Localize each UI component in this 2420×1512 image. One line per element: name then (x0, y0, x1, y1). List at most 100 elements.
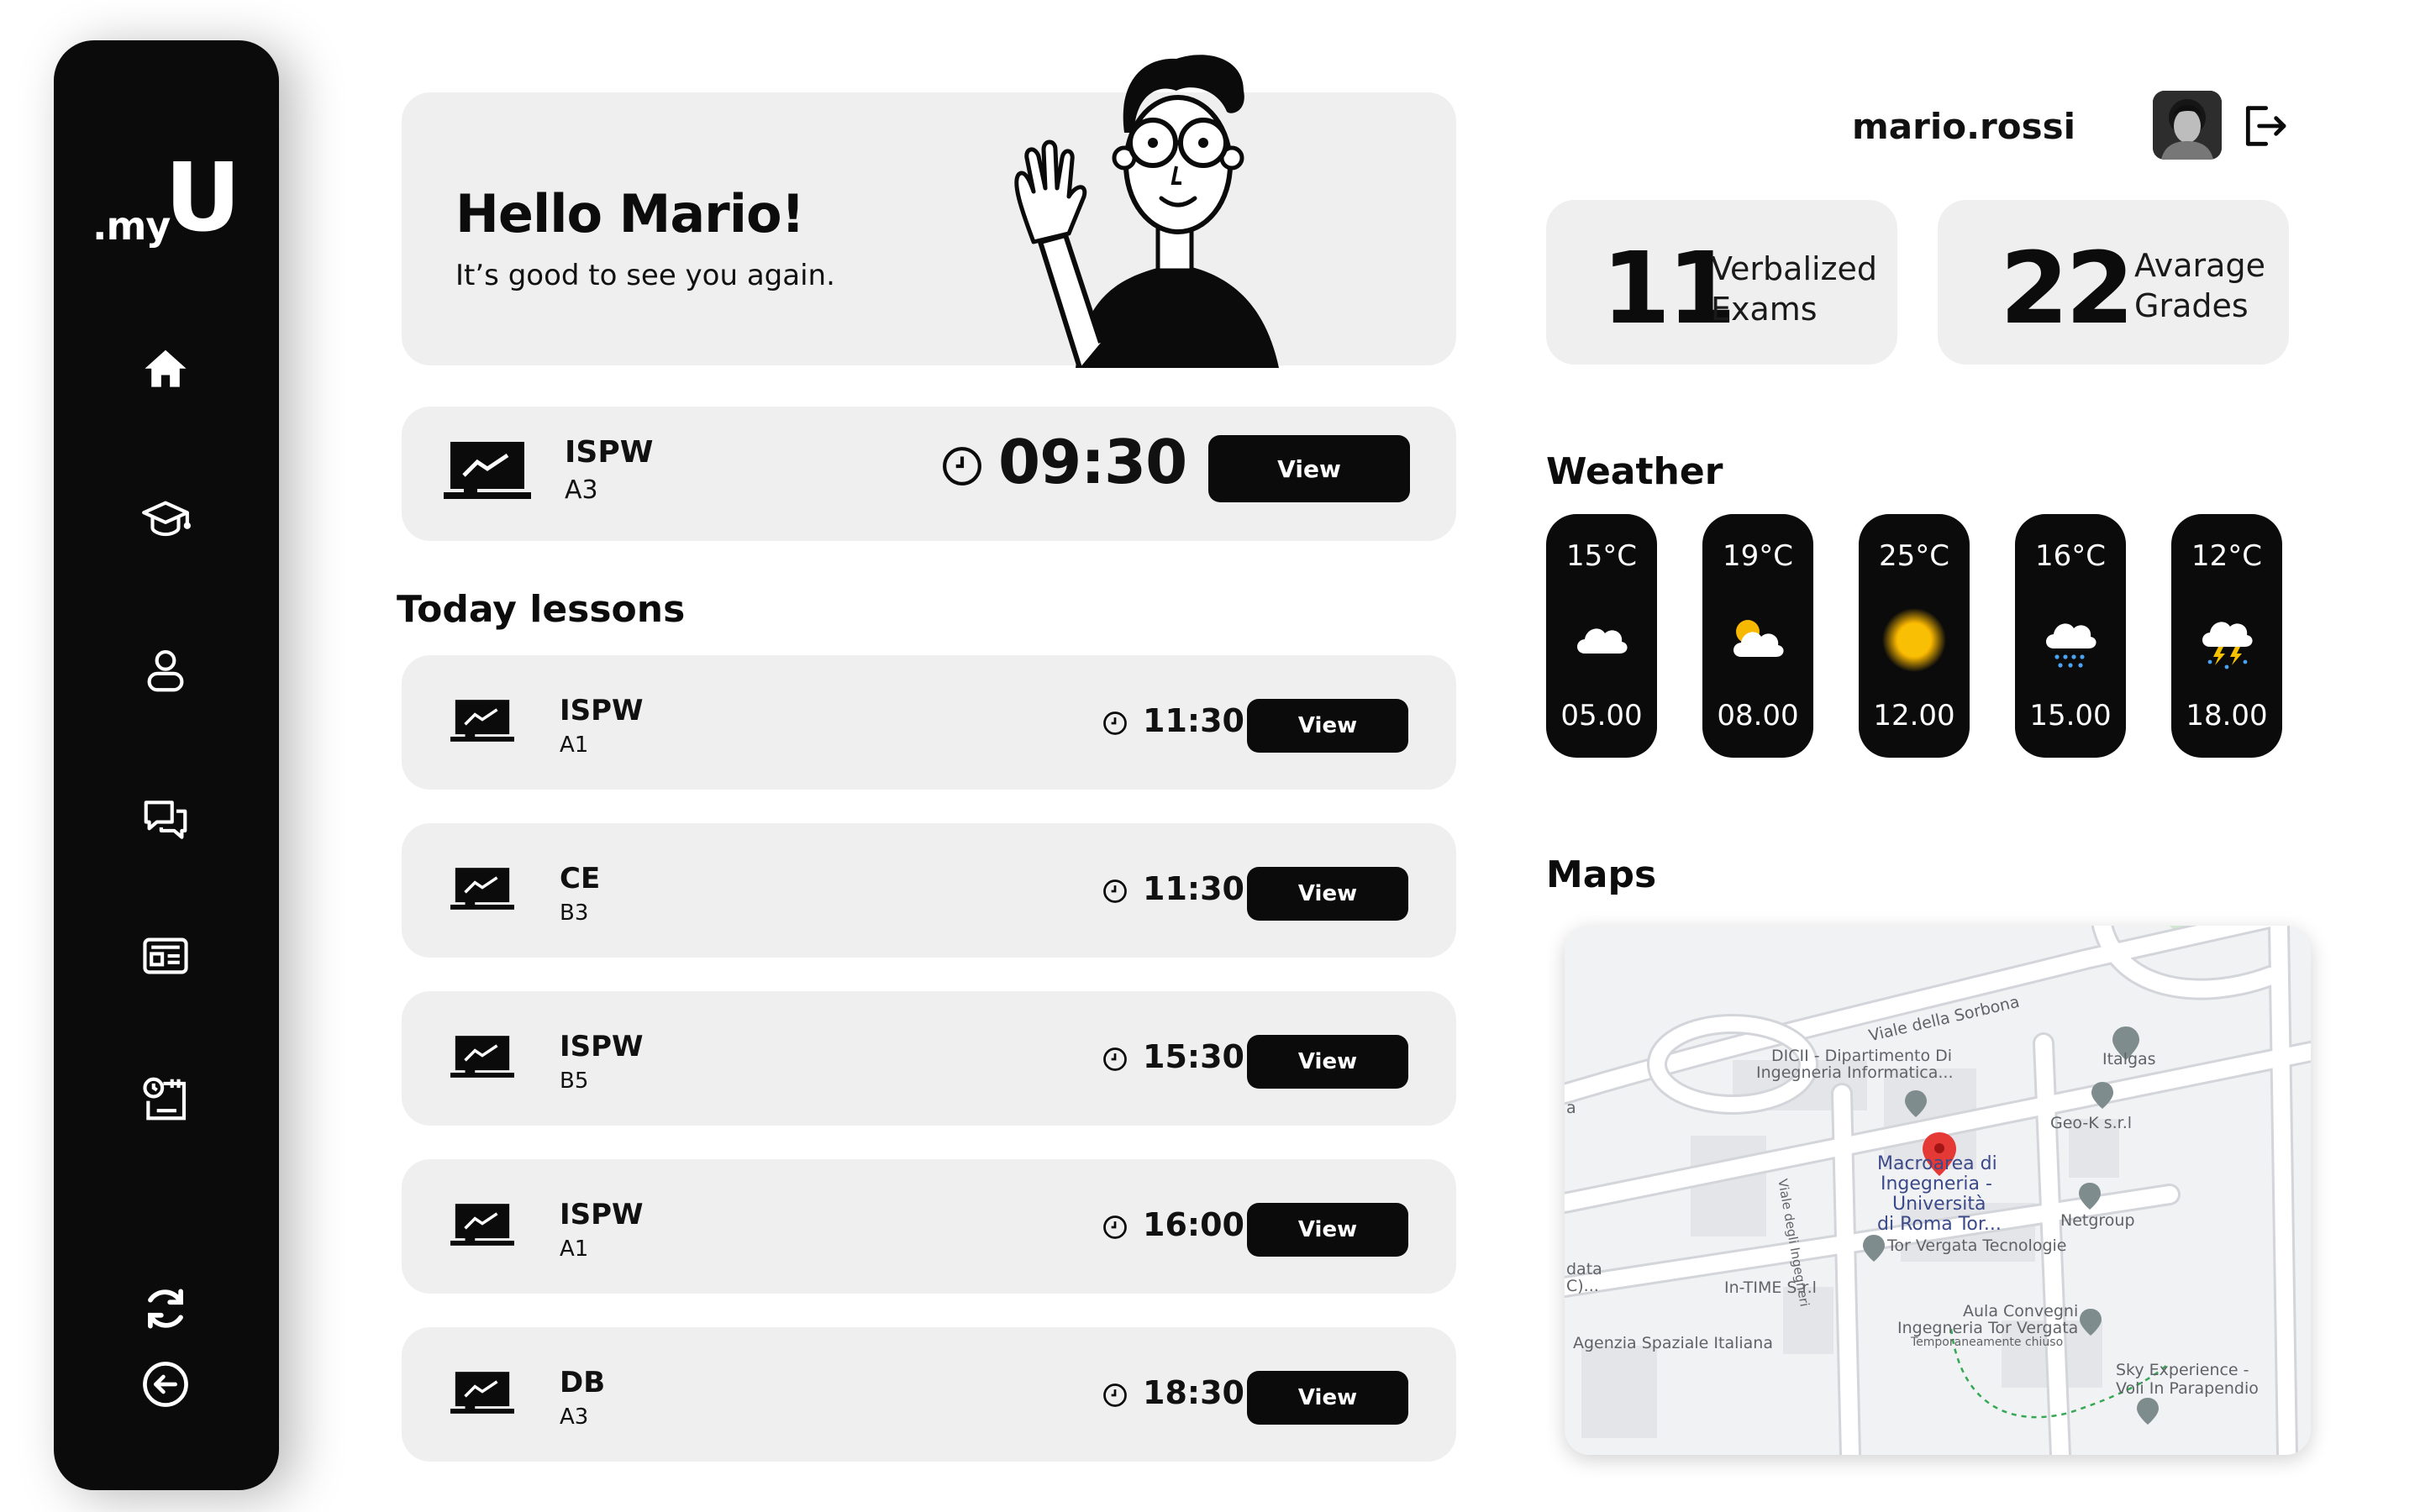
map-label: Geo-K s.r.l (2050, 1114, 2133, 1132)
lesson-course: ISPW (560, 1198, 644, 1231)
lesson-time: 18:30 (1143, 1374, 1244, 1411)
rain-cloud-icon (2046, 623, 2096, 668)
lesson-view-button[interactable]: View (1247, 1035, 1408, 1089)
welcome-title: Hello Mario! (455, 183, 805, 244)
sidebar-item-schedule[interactable] (132, 1065, 199, 1132)
sidebar-item-courses[interactable] (132, 486, 199, 553)
welcome-subtitle: It’s good to see you again. (455, 259, 835, 292)
map-label: In-TIME S.r.l (1724, 1278, 1817, 1297)
stat-label-grades-2: Grades (2134, 287, 2249, 324)
weather-card: 15°C 05.00 (1546, 514, 1657, 758)
lecture-board-icon (444, 442, 531, 499)
lesson-time: 16:00 (1143, 1206, 1244, 1243)
lesson-room: B5 (560, 1068, 589, 1094)
map-label: Temporaneamente chiuso (1911, 1336, 2064, 1349)
lesson-room: A1 (560, 1236, 589, 1262)
lesson-course: ISPW (560, 1030, 644, 1063)
newspaper-icon (143, 937, 188, 974)
lesson-view-button[interactable]: View (1247, 867, 1408, 921)
user-icon (147, 649, 184, 692)
clock-icon (1103, 879, 1127, 903)
map-widget[interactable]: Viale della Sorbona DICII - Dipartimento… (1565, 926, 2311, 1455)
username: mario.rossi (1852, 106, 2075, 147)
graduation-cap-icon (142, 501, 191, 537)
lecture-board-icon (450, 1036, 514, 1078)
cloud-icon (1577, 628, 1628, 654)
lesson-course: DB (560, 1366, 606, 1399)
map-label: Voli In Parapendio (2116, 1379, 2259, 1398)
sidebar-back[interactable] (132, 1351, 199, 1418)
map-label-main: Università (1892, 1194, 1986, 1215)
lesson-room: A1 (560, 732, 589, 758)
logo-letter: U (165, 144, 241, 253)
map-label: C)... (1566, 1277, 1599, 1295)
weather-temp: 16°C (2034, 539, 2106, 573)
map-label: Agenzia Spaziale Italiana (1573, 1334, 1773, 1352)
chat-icon (144, 801, 187, 839)
next-lesson-room: A3 (565, 475, 598, 505)
map-label: Sky Experience - (2116, 1361, 2249, 1379)
lesson-room: A3 (560, 1404, 589, 1430)
weather-temp: 15°C (1565, 539, 1637, 573)
map-label: Tor Vergata Tecnologie (1887, 1236, 2067, 1255)
weather-time: 18.00 (2186, 699, 2268, 732)
map-label: Aula Convegni (1963, 1302, 2079, 1320)
weather-time: 12.00 (1873, 699, 1955, 732)
sidebar-item-home[interactable] (132, 336, 199, 403)
clock-icon (943, 447, 981, 486)
next-lesson-course: ISPW (565, 435, 654, 470)
weather-time: 05.00 (1560, 699, 1643, 732)
stat-label-grades-1: Avarage (2134, 247, 2265, 284)
sidebar-refresh[interactable] (132, 1275, 199, 1342)
map-label-main: Macroarea di (1877, 1153, 1997, 1174)
logo-prefix: .my (92, 203, 171, 249)
map-label: Ingegneria Tor Vergata (1897, 1319, 2079, 1337)
weather-card: 19°C 08.00 (1702, 514, 1813, 758)
refresh-icon (148, 1289, 183, 1329)
lesson-course: CE (560, 862, 601, 895)
avatar[interactable] (2153, 91, 2222, 160)
partly-sunny-icon (1733, 620, 1784, 657)
weather-temp: 25°C (1878, 539, 1949, 573)
weather-card: 16°C 15.00 (2015, 514, 2126, 758)
lesson-view-button[interactable]: View (1247, 1371, 1408, 1425)
map-label: Italgas (2102, 1050, 2156, 1068)
lesson-view-button[interactable]: View (1247, 1203, 1408, 1257)
stat-label-exams-2: Exams (1711, 291, 1818, 328)
lecture-board-icon (450, 700, 514, 742)
stat-value-grades: 22 (2000, 230, 2134, 346)
next-lesson-time: 09:30 (998, 427, 1187, 497)
sidebar-item-profile[interactable] (132, 637, 199, 704)
waving-character-illustration (1014, 55, 1279, 368)
lesson-room: B3 (560, 900, 589, 926)
lesson-time: 11:30 (1143, 702, 1244, 739)
clock-icon (1103, 1383, 1127, 1407)
weather-card: 25°C 12.00 (1859, 514, 1970, 758)
sidebar-item-news[interactable] (132, 922, 199, 990)
app-logo[interactable]: .my U (92, 151, 244, 252)
home-icon (145, 349, 187, 387)
weather-time: 15.00 (2029, 699, 2112, 732)
avatar-photo (2153, 91, 2222, 160)
lecture-board-icon (450, 1372, 514, 1414)
sun-icon (1882, 608, 1946, 672)
weather-time: 08.00 (1717, 699, 1799, 732)
weather-temp: 19°C (1722, 539, 1793, 573)
weather-temp: 12°C (2191, 539, 2262, 573)
map-label: DICII - Dipartimento Di (1771, 1047, 1953, 1065)
maps-title: Maps (1546, 853, 1657, 896)
clock-icon (1103, 1215, 1127, 1239)
lesson-time: 11:30 (1143, 870, 1244, 907)
map-label: Netgroup (2060, 1211, 2135, 1230)
logout-icon[interactable] (2237, 99, 2291, 153)
map-label: Ingegneria Informatica... (1756, 1063, 1954, 1082)
thunderstorm-icon (2202, 622, 2253, 669)
map-label-main: di Roma Tor... (1877, 1214, 2002, 1235)
lesson-view-button[interactable]: View (1247, 699, 1408, 753)
sidebar-item-messages[interactable] (132, 786, 199, 853)
lesson-time: 15:30 (1143, 1038, 1244, 1075)
map-label: a (1566, 1099, 1576, 1117)
clock-icon (1103, 711, 1127, 735)
clock-icon (1103, 1047, 1127, 1071)
next-lesson-view-button[interactable]: View (1208, 435, 1410, 502)
